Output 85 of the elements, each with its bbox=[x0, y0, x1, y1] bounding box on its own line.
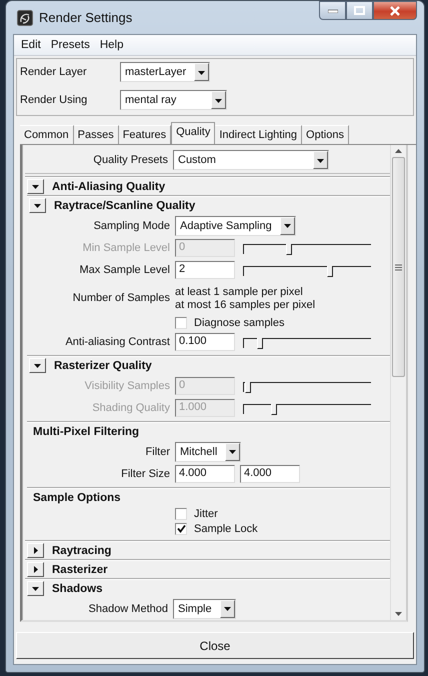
field-label: Number of Samples bbox=[72, 292, 170, 304]
caret-icon bbox=[34, 362, 41, 369]
dropdown[interactable]: Adaptive Sampling bbox=[175, 216, 296, 236]
tab[interactable]: Options bbox=[302, 125, 349, 144]
check-icon bbox=[176, 524, 186, 533]
dropdown[interactable]: mental ray bbox=[120, 90, 227, 110]
slider-thumb[interactable] bbox=[257, 338, 264, 348]
input-field[interactable]: 0.100 bbox=[175, 332, 235, 350]
close-icon bbox=[389, 6, 401, 16]
expand-toggle[interactable] bbox=[27, 179, 44, 194]
caret-icon bbox=[215, 96, 222, 104]
caret-icon bbox=[198, 68, 206, 76]
section-title: Anti-Aliasing Quality bbox=[52, 180, 166, 192]
caret-icon bbox=[32, 585, 39, 592]
expand-toggle[interactable] bbox=[27, 543, 44, 558]
checkbox-label: Jitter bbox=[194, 508, 218, 520]
field-label: Filter Size bbox=[120, 468, 170, 480]
section-title: Sample Options bbox=[33, 492, 121, 504]
field-label: Shading Quality bbox=[91, 402, 170, 414]
info-text: at most 16 samples per pixel bbox=[175, 298, 316, 310]
maximize-icon bbox=[354, 6, 365, 15]
window-title: Render Settings bbox=[39, 10, 134, 25]
minimize-icon bbox=[328, 8, 338, 12]
expand-toggle[interactable] bbox=[27, 581, 44, 596]
expand-toggle[interactable] bbox=[29, 198, 46, 213]
tab[interactable]: Features bbox=[118, 125, 172, 144]
section-title: Shadows bbox=[52, 582, 102, 594]
caret-icon bbox=[32, 183, 39, 190]
field-label: Max Sample Level bbox=[78, 264, 170, 276]
section-title: Rasterizer bbox=[52, 564, 108, 576]
slider-thumb[interactable] bbox=[327, 266, 334, 276]
menu-item[interactable]: Presets bbox=[48, 39, 97, 51]
field-label: Filter bbox=[144, 446, 170, 458]
field-label: Quality Presets bbox=[92, 154, 168, 166]
checkbox[interactable] bbox=[175, 508, 187, 520]
caret-icon bbox=[317, 156, 324, 164]
close-window-button[interactable] bbox=[373, 1, 417, 20]
dropdown[interactable]: masterLayer bbox=[120, 62, 210, 82]
expand-toggle[interactable] bbox=[29, 358, 46, 373]
checkbox[interactable] bbox=[175, 316, 187, 328]
menu-item[interactable]: Help bbox=[96, 39, 130, 51]
field-label: Sampling Mode bbox=[92, 220, 170, 232]
slider-track[interactable] bbox=[243, 338, 371, 348]
maximize-button[interactable] bbox=[346, 1, 373, 20]
slider-track[interactable] bbox=[243, 266, 371, 276]
caret-icon bbox=[224, 605, 231, 612]
dropdown[interactable]: Simple bbox=[173, 598, 236, 618]
field-label: Shadow Method bbox=[88, 602, 168, 614]
scroll-thumb[interactable] bbox=[392, 157, 405, 377]
caret-icon bbox=[32, 566, 39, 573]
section-title: Multi-Pixel Filtering bbox=[33, 426, 140, 438]
section-title: Rasterizer Quality bbox=[54, 360, 152, 372]
field-label: Visibility Samples bbox=[84, 380, 170, 392]
checkbox[interactable] bbox=[175, 522, 187, 534]
field-label: Min Sample Level bbox=[82, 242, 170, 254]
tab[interactable]: Common bbox=[20, 125, 74, 144]
slider-track[interactable] bbox=[243, 382, 371, 392]
caret-icon bbox=[32, 547, 39, 554]
grip-icon bbox=[395, 264, 402, 270]
slider-track[interactable] bbox=[243, 404, 371, 414]
tab[interactable]: Passes bbox=[74, 125, 119, 144]
caret-icon bbox=[229, 448, 236, 455]
dropdown[interactable]: Custom bbox=[173, 150, 329, 170]
section-title: Raytrace/Scanline Quality bbox=[54, 200, 196, 212]
field-label: Render Layer bbox=[20, 66, 88, 78]
tab[interactable]: Indirect Lighting bbox=[215, 125, 302, 144]
input-field[interactable]: 4.000 bbox=[240, 464, 300, 482]
minimize-button[interactable] bbox=[319, 1, 346, 20]
slider-track[interactable] bbox=[243, 244, 371, 254]
input-field[interactable]: 4.000 bbox=[175, 464, 235, 482]
app-icon bbox=[17, 10, 33, 26]
expand-toggle[interactable] bbox=[27, 562, 44, 577]
info-text: at least 1 sample per pixel bbox=[175, 286, 304, 298]
caret-icon bbox=[34, 202, 41, 209]
checkbox-label: Sample Lock bbox=[194, 522, 258, 534]
input-field[interactable]: 2 bbox=[175, 260, 235, 278]
dropdown[interactable]: Mitchell bbox=[175, 442, 242, 462]
close-button[interactable]: Close bbox=[16, 632, 414, 659]
tab[interactable]: Quality bbox=[171, 122, 216, 144]
menu-item[interactable]: Edit bbox=[18, 39, 48, 51]
checkbox-label: Diagnose samples bbox=[194, 316, 284, 328]
field-label: Anti-aliasing Contrast bbox=[64, 336, 170, 348]
section-title: Raytracing bbox=[52, 544, 112, 556]
field-label: Render Using bbox=[20, 94, 88, 106]
caret-icon bbox=[284, 222, 291, 229]
